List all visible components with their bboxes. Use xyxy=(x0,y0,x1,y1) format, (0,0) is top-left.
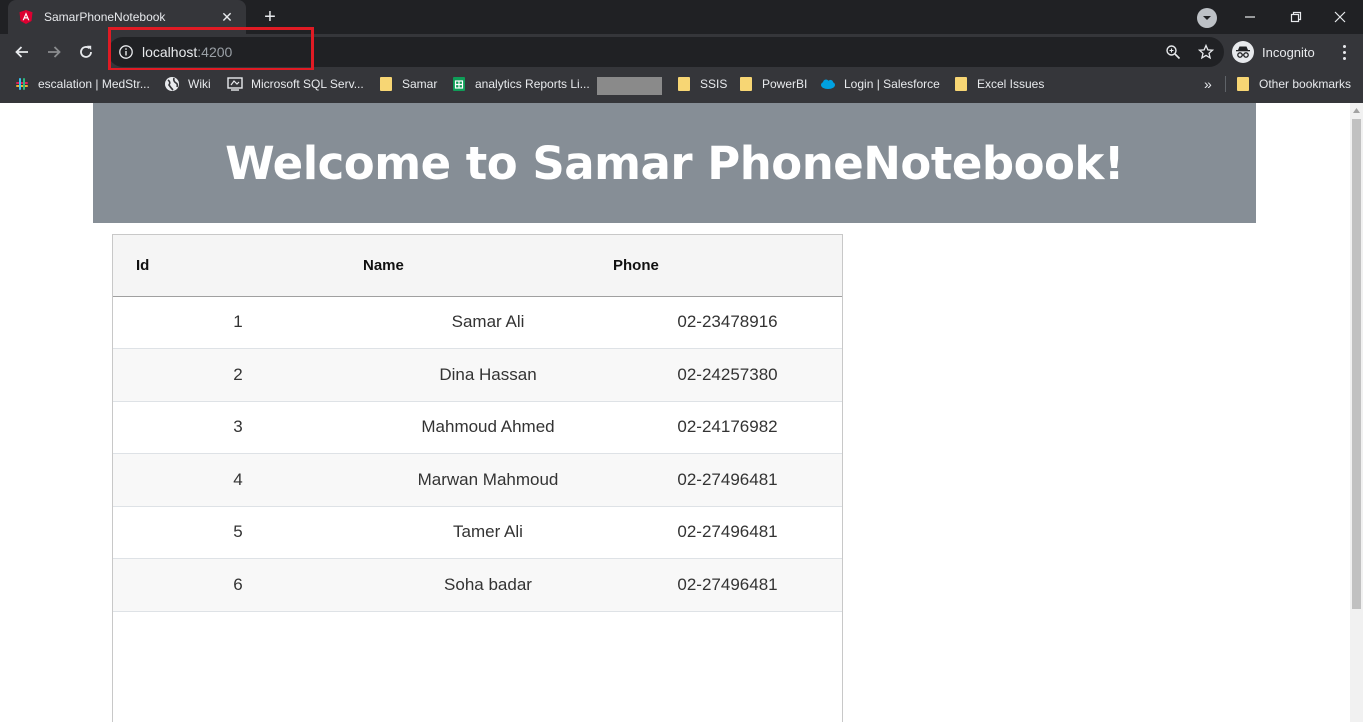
bookmark-samar[interactable]: Samar xyxy=(378,74,437,94)
back-icon[interactable] xyxy=(8,38,36,66)
incognito-profile-button[interactable]: Incognito xyxy=(1232,39,1315,65)
reload-icon[interactable] xyxy=(72,38,100,66)
cell-phone: 02-23478916 xyxy=(613,296,842,349)
folder-icon xyxy=(676,76,692,92)
bookmark-ssis[interactable]: SSIS xyxy=(676,74,727,94)
url-text: localhost:4200 xyxy=(142,44,232,60)
bookmark-label: Other bookmarks xyxy=(1259,77,1352,91)
redacted-bookmark[interactable] xyxy=(597,77,662,95)
bookmarks-bar: escalation | MedStr... Wiki Microsoft SQ… xyxy=(0,70,1363,98)
new-tab-button[interactable]: + xyxy=(258,5,282,29)
folder-icon xyxy=(953,76,969,92)
zoom-icon[interactable] xyxy=(1165,44,1181,60)
sheets-icon xyxy=(451,76,467,92)
bookmark-excel-issues[interactable]: Excel Issues xyxy=(953,74,1044,94)
table-header-row: Id Name Phone xyxy=(113,235,842,297)
sql-server-icon xyxy=(227,76,243,92)
bookmark-label: Excel Issues xyxy=(977,77,1045,91)
scroll-up-arrow-icon[interactable] xyxy=(1350,103,1363,117)
site-info-icon[interactable] xyxy=(118,44,134,60)
table-row[interactable]: 1 Samar Ali 02-23478916 xyxy=(113,296,842,349)
cell-name: Marwan Mahmoud xyxy=(363,453,613,507)
incognito-label: Incognito xyxy=(1262,44,1315,60)
browser-tab[interactable]: SamarPhoneNotebook ✕ xyxy=(8,0,246,34)
cell-name: Tamer Ali xyxy=(363,506,613,559)
table-row[interactable]: 4 Marwan Mahmoud 02-27496481 xyxy=(113,453,842,507)
globe-icon xyxy=(164,76,180,92)
column-header-id[interactable]: Id xyxy=(113,235,363,297)
bookmark-salesforce[interactable]: Login | Salesforce xyxy=(820,74,940,94)
incognito-icon xyxy=(1232,41,1254,63)
chevron-double-right-icon: » xyxy=(1204,76,1212,92)
page-scrollbar[interactable] xyxy=(1350,103,1363,722)
scrollbar-thumb[interactable] xyxy=(1352,119,1361,609)
page-viewport: Welcome to Samar PhoneNotebook! Id Name … xyxy=(0,103,1363,722)
forward-icon[interactable] xyxy=(40,38,68,66)
table-row[interactable]: 3 Mahmoud Ahmed 02-24176982 xyxy=(113,401,842,454)
cell-name: Dina Hassan xyxy=(363,348,613,402)
menu-icon[interactable] xyxy=(1334,40,1354,64)
page-title: Welcome to Samar PhoneNotebook! xyxy=(225,136,1124,190)
cell-id: 2 xyxy=(113,348,363,402)
close-tab-icon[interactable]: ✕ xyxy=(218,9,236,26)
cell-id: 3 xyxy=(113,401,363,454)
cell-name: Mahmoud Ahmed xyxy=(363,401,613,454)
cell-phone: 02-27496481 xyxy=(613,558,842,612)
bookmark-label: Microsoft SQL Serv... xyxy=(251,77,364,91)
column-header-name[interactable]: Name xyxy=(363,235,613,297)
cell-phone: 02-27496481 xyxy=(613,506,842,559)
restore-icon[interactable] xyxy=(1273,0,1319,34)
tab-strip: SamarPhoneNotebook ✕ + xyxy=(0,0,1363,34)
url-host: localhost xyxy=(142,44,198,60)
close-window-icon[interactable] xyxy=(1317,0,1363,34)
salesforce-icon xyxy=(820,76,836,92)
bookmark-label: escalation | MedStr... xyxy=(38,77,150,91)
bookmark-wiki[interactable]: Wiki xyxy=(164,74,211,94)
bookmarks-overflow-button[interactable]: » xyxy=(1204,74,1212,94)
table-row[interactable]: 5 Tamer Ali 02-27496481 xyxy=(113,506,842,559)
bookmark-powerbi[interactable]: PowerBI xyxy=(738,74,807,94)
cell-id: 1 xyxy=(113,296,363,349)
cell-name: Samar Ali xyxy=(363,296,613,349)
phone-table-container: Id Name Phone 1 Samar Ali 02-23478916 2 … xyxy=(112,234,843,722)
angular-icon xyxy=(18,9,34,25)
table-row[interactable]: 6 Soha badar 02-27496481 xyxy=(113,558,842,612)
bookmark-other-bookmarks[interactable]: Other bookmarks xyxy=(1235,74,1351,94)
cell-id: 4 xyxy=(113,453,363,507)
cell-phone: 02-24176982 xyxy=(613,401,842,454)
address-bar[interactable]: localhost:4200 xyxy=(108,37,1224,67)
column-header-phone[interactable]: Phone xyxy=(613,235,842,297)
bookmark-star-icon[interactable] xyxy=(1197,43,1215,60)
welcome-banner: Welcome to Samar PhoneNotebook! xyxy=(93,103,1256,223)
folder-icon xyxy=(378,76,394,92)
bookmark-escalation[interactable]: escalation | MedStr... xyxy=(14,74,150,94)
bookmark-label: PowerBI xyxy=(762,77,808,91)
cell-name: Soha badar xyxy=(363,558,613,612)
bookmark-label: Samar xyxy=(402,77,438,91)
slack-icon xyxy=(14,76,30,92)
cell-phone: 02-27496481 xyxy=(613,453,842,507)
bookmark-sql-server[interactable]: Microsoft SQL Serv... xyxy=(227,74,364,94)
bookmark-label: SSIS xyxy=(700,77,728,91)
folder-icon xyxy=(738,76,754,92)
url-port: :4200 xyxy=(197,44,233,60)
cell-id: 5 xyxy=(113,506,363,559)
bookmark-label: analytics Reports Li... xyxy=(475,77,590,91)
folder-icon xyxy=(1235,76,1251,92)
bookmark-analytics-reports[interactable]: analytics Reports Li... xyxy=(451,74,590,94)
cell-phone: 02-24257380 xyxy=(613,348,842,402)
bookmark-separator xyxy=(1225,76,1226,92)
bookmark-label: Wiki xyxy=(188,77,211,91)
bookmark-label: Login | Salesforce xyxy=(844,77,940,91)
cell-id: 6 xyxy=(113,558,363,612)
tab-search-icon[interactable] xyxy=(1197,8,1217,28)
browser-toolbar: localhost:4200 xyxy=(0,34,1363,70)
table-row[interactable]: 2 Dina Hassan 02-24257380 xyxy=(113,348,842,402)
phone-table: Id Name Phone 1 Samar Ali 02-23478916 2 … xyxy=(113,235,842,612)
minimize-icon[interactable] xyxy=(1227,0,1273,34)
tab-title: SamarPhoneNotebook xyxy=(44,10,166,24)
